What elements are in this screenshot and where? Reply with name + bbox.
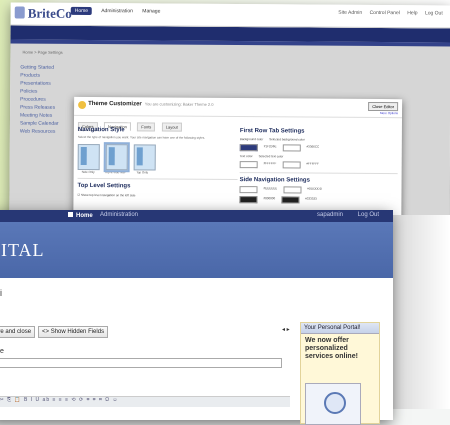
color-swatch[interactable] — [239, 186, 258, 194]
left-link[interactable]: Getting Started — [20, 64, 59, 72]
side-nav-heading: Side Navigation Settings — [239, 177, 310, 184]
back-left-links: Getting Started Products Presentations P… — [20, 64, 59, 136]
pager-arrows[interactable]: ◂ ▸ — [282, 326, 290, 333]
divider — [77, 177, 238, 181]
front-top-nav: Home Administration sapadmin Log Out — [0, 210, 393, 222]
theme-customizer-dialog: Theme Customizer You are customizing: Bak… — [73, 96, 403, 228]
front-nav-user[interactable]: sapadmin — [317, 212, 343, 218]
swatch-label: Text color — [239, 154, 253, 159]
globe-icon — [324, 392, 346, 414]
front-nav-admin[interactable]: Administration — [100, 212, 138, 218]
title-input[interactable] — [0, 358, 282, 368]
left-link[interactable]: Press Releases — [20, 104, 59, 112]
color-swatch[interactable] — [239, 144, 258, 152]
swatch-value: #3366CC — [306, 144, 320, 149]
dialog-tabs: Colors Navigation Fonts Layout — [77, 115, 184, 132]
dialog-subtitle: You are customizing: Baker Theme 2.0 — [144, 101, 214, 107]
save-and-close-button[interactable]: ave and close — [0, 326, 36, 338]
swatch-row: #FFFFFF #FFFFFF — [239, 161, 398, 169]
row-settings-panel: First Row Tab Settings Background color … — [239, 128, 398, 204]
color-swatch[interactable] — [239, 196, 258, 204]
portal-box-header: Your Personal Portal! — [301, 323, 379, 334]
thumb-label: Side Only — [81, 169, 95, 175]
left-link[interactable]: Policies — [20, 88, 59, 96]
nav-style-side-only[interactable] — [77, 143, 100, 171]
front-window-screenshot: Home Administration sapadmin Log Out PIT… — [0, 210, 393, 425]
nav-style-options — [77, 142, 238, 173]
nav-style-labels: Side Only Top & Side Nav Top Only — [78, 170, 238, 175]
back-topbar: BriteCo Home Administration Manage Site … — [10, 2, 450, 29]
left-link[interactable]: Presentations — [20, 80, 59, 88]
swatch-value: #1F2D6E — [263, 144, 277, 149]
nav-style-top-only[interactable] — [133, 144, 156, 171]
swatch-row: #000000 #333333 — [239, 196, 397, 204]
back-window-screenshot: BriteCo Home Administration Manage Site … — [9, 2, 450, 236]
swatch-label: Background color — [239, 137, 264, 142]
back-util-site-admin[interactable]: Site Admin — [338, 10, 362, 16]
banner-title: PITAL — [0, 240, 45, 260]
back-nav-home[interactable]: Home — [70, 6, 93, 16]
swatch-value: #333333 — [305, 196, 317, 201]
checkbox-label: Show top level navigation on the left si… — [80, 192, 136, 198]
color-swatch[interactable] — [283, 186, 302, 194]
swatch-row: #EEEEEE #DDDDDD — [239, 186, 397, 194]
left-link[interactable]: Procedures — [20, 96, 59, 104]
swatch-value: #EEEEEE — [263, 186, 278, 191]
nav-style-description: Select the type of navigation you want. … — [77, 134, 206, 140]
thumb-label: Top Only — [136, 170, 149, 175]
left-link[interactable]: Products — [20, 72, 59, 80]
field-label: e — [0, 348, 4, 355]
front-nav-home[interactable]: Home — [68, 212, 93, 219]
first-row-heading: First Row Tab Settings — [239, 128, 305, 135]
back-nav-admin[interactable]: Administration — [101, 8, 133, 14]
page-letter: i — [0, 288, 2, 298]
color-swatch[interactable] — [282, 161, 301, 169]
shadow-edge — [393, 215, 450, 409]
back-logo[interactable]: BriteCo — [14, 5, 72, 21]
button-row: ave and close <> Show Hidden Fields — [0, 326, 109, 338]
dialog-title: Theme Customizer You are customizing: Bak… — [88, 101, 214, 108]
color-swatch[interactable] — [239, 161, 258, 169]
portal-box-text: We now offer personalized services onlin… — [305, 337, 358, 360]
portal-image — [305, 383, 361, 425]
left-link[interactable]: Meeting Notes — [20, 112, 59, 120]
nav-style-heading: Navigation Style — [77, 126, 125, 134]
navigation-style-panel: Navigation Style Select the type of navi… — [77, 126, 238, 198]
swatch-label: Selected text color — [258, 154, 284, 159]
front-body: i ave and close <> Show Hidden Fields ◂ … — [0, 278, 393, 425]
divider — [239, 172, 398, 175]
logo-icon — [14, 6, 25, 19]
swatch-value: #FFFFFF — [306, 161, 320, 166]
swatch-row: #1F2D6E #3366CC — [239, 144, 398, 152]
palette-icon — [78, 100, 87, 109]
back-nav: Home Administration Manage — [70, 6, 169, 16]
more-options-link[interactable]: More Options — [380, 111, 398, 115]
swatch-label: Selected background color — [269, 137, 305, 142]
swatch-row: Background color Selected background col… — [240, 137, 398, 142]
swatch-row: Text color Selected text color — [240, 154, 398, 159]
front-banner: PITAL — [0, 222, 393, 278]
thumb-label: Top & Side Nav — [104, 170, 126, 175]
top-level-heading: Top Level Settings — [77, 182, 131, 190]
home-icon — [68, 212, 73, 217]
left-link[interactable]: Sample Calendar — [20, 120, 59, 128]
show-hidden-fields-button[interactable]: <> Show Hidden Fields — [38, 326, 109, 338]
swatch-value: #DDDDDD — [307, 186, 322, 191]
swatch-value: #FFFFFF — [263, 161, 277, 166]
back-nav-manage[interactable]: Manage — [142, 8, 160, 14]
back-util-logout[interactable]: Log Out — [425, 10, 443, 16]
top-level-checkbox[interactable]: ☑ Show top level navigation on the left … — [77, 193, 237, 198]
close-editor-button[interactable]: Close Editor — [368, 101, 399, 112]
front-nav-logout[interactable]: Log Out — [358, 212, 379, 218]
color-swatch[interactable] — [282, 144, 301, 152]
back-util-control-panel[interactable]: Control Panel — [370, 10, 400, 16]
nav-style-top-and-side[interactable] — [103, 142, 130, 173]
color-swatch[interactable] — [281, 196, 300, 204]
back-util-help[interactable]: Help — [407, 10, 417, 16]
back-util-links: Site Admin Control Panel Help Log Out — [332, 10, 443, 17]
left-link[interactable]: Web Resources — [20, 128, 59, 136]
swatch-value: #000000 — [263, 196, 276, 201]
breadcrumb: Home > Page Settings — [22, 49, 63, 55]
editor-toolbar[interactable]: [|] ✂ ⎘ 📋 B I U ab ≡ ≡ ≡ ⟲ ⟳ ⌗ ⌗ ⌗ Ω ☺ — [0, 396, 290, 407]
